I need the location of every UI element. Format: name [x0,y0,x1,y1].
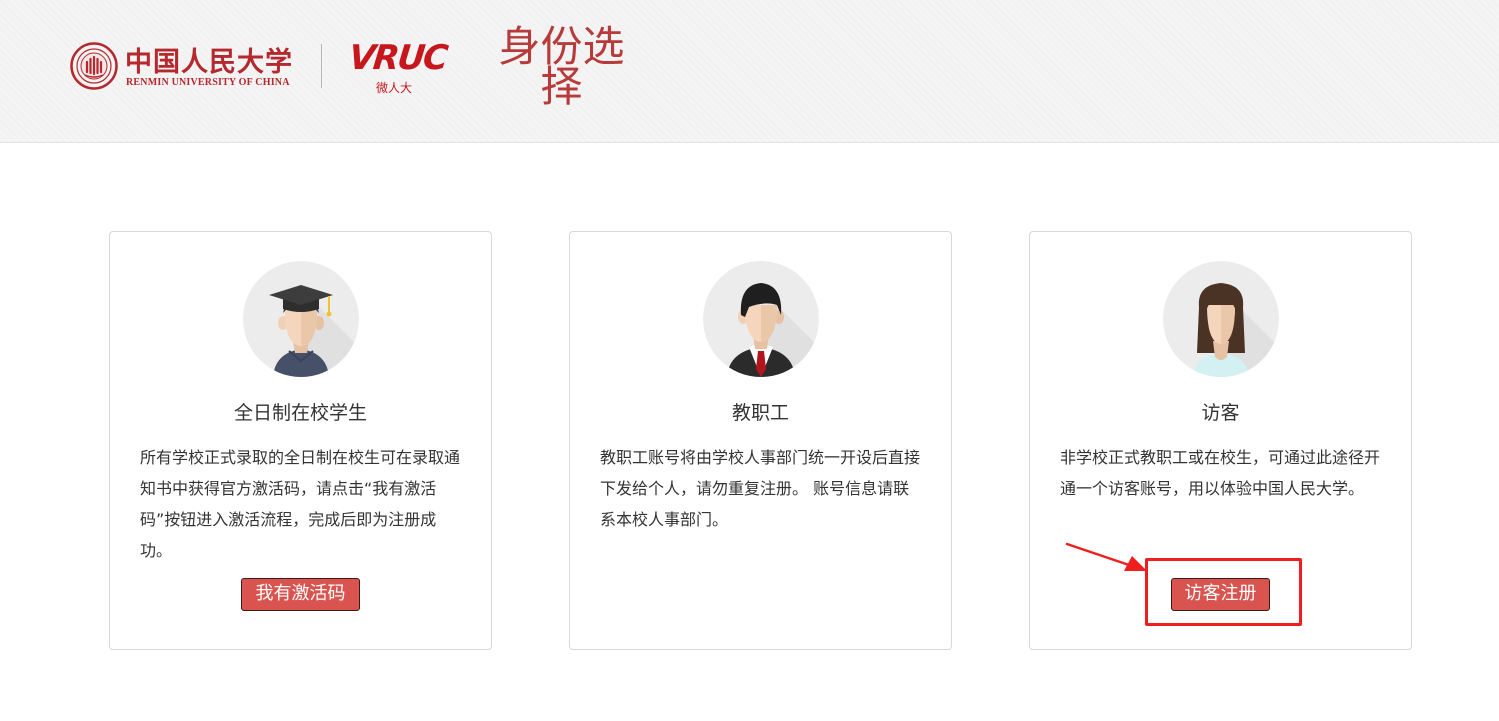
student-title: 全日制在校学生 [233,402,367,424]
student-graduate-icon [243,261,359,377]
staff-title: 教职工 [731,402,789,424]
university-seal-logo [70,42,118,90]
university-name-en: RENMIN UNIVERSITY OF CHINA [126,77,290,88]
staff-suit-icon [703,261,819,377]
page-title: 身份选择 [498,22,625,111]
highlight-box [1145,558,1302,626]
staff-description: 教职工账号将由学校人事部门统一开设后直接下发给个人，请勿重复注册。 账号信息请联… [600,448,921,529]
student-card: 全日制在校学生 所有学校正式录取的全日制在校生可在录取通知书中获得官方激活码，请… [109,231,492,650]
student-description: 所有学校正式录取的全日制在校生可在录取通知书中获得官方激活码，请点击“我有激活码… [140,448,461,560]
vruc-logo-subtitle: 微人大 [376,81,413,95]
logo-divider [321,44,322,88]
vruc-logo: VRUC [346,38,449,78]
visitor-woman-icon [1163,261,1279,377]
red-arrow-icon [1065,542,1147,571]
activation-code-button[interactable]: 我有激活码 [241,578,360,611]
university-name-cn: 中国人民大学 [125,47,293,78]
header: 中国人民大学 RENMIN UNIVERSITY OF CHINA VRUC 微… [0,0,1499,143]
staff-card: 教职工 教职工账号将由学校人事部门统一开设后直接下发给个人，请勿重复注册。 账号… [569,231,952,650]
visitor-title: 访客 [1201,402,1240,424]
visitor-description: 非学校正式教职工或在校生，可通过此途径开通一个访客账号，用以体验中国人民大学。 [1060,448,1381,498]
